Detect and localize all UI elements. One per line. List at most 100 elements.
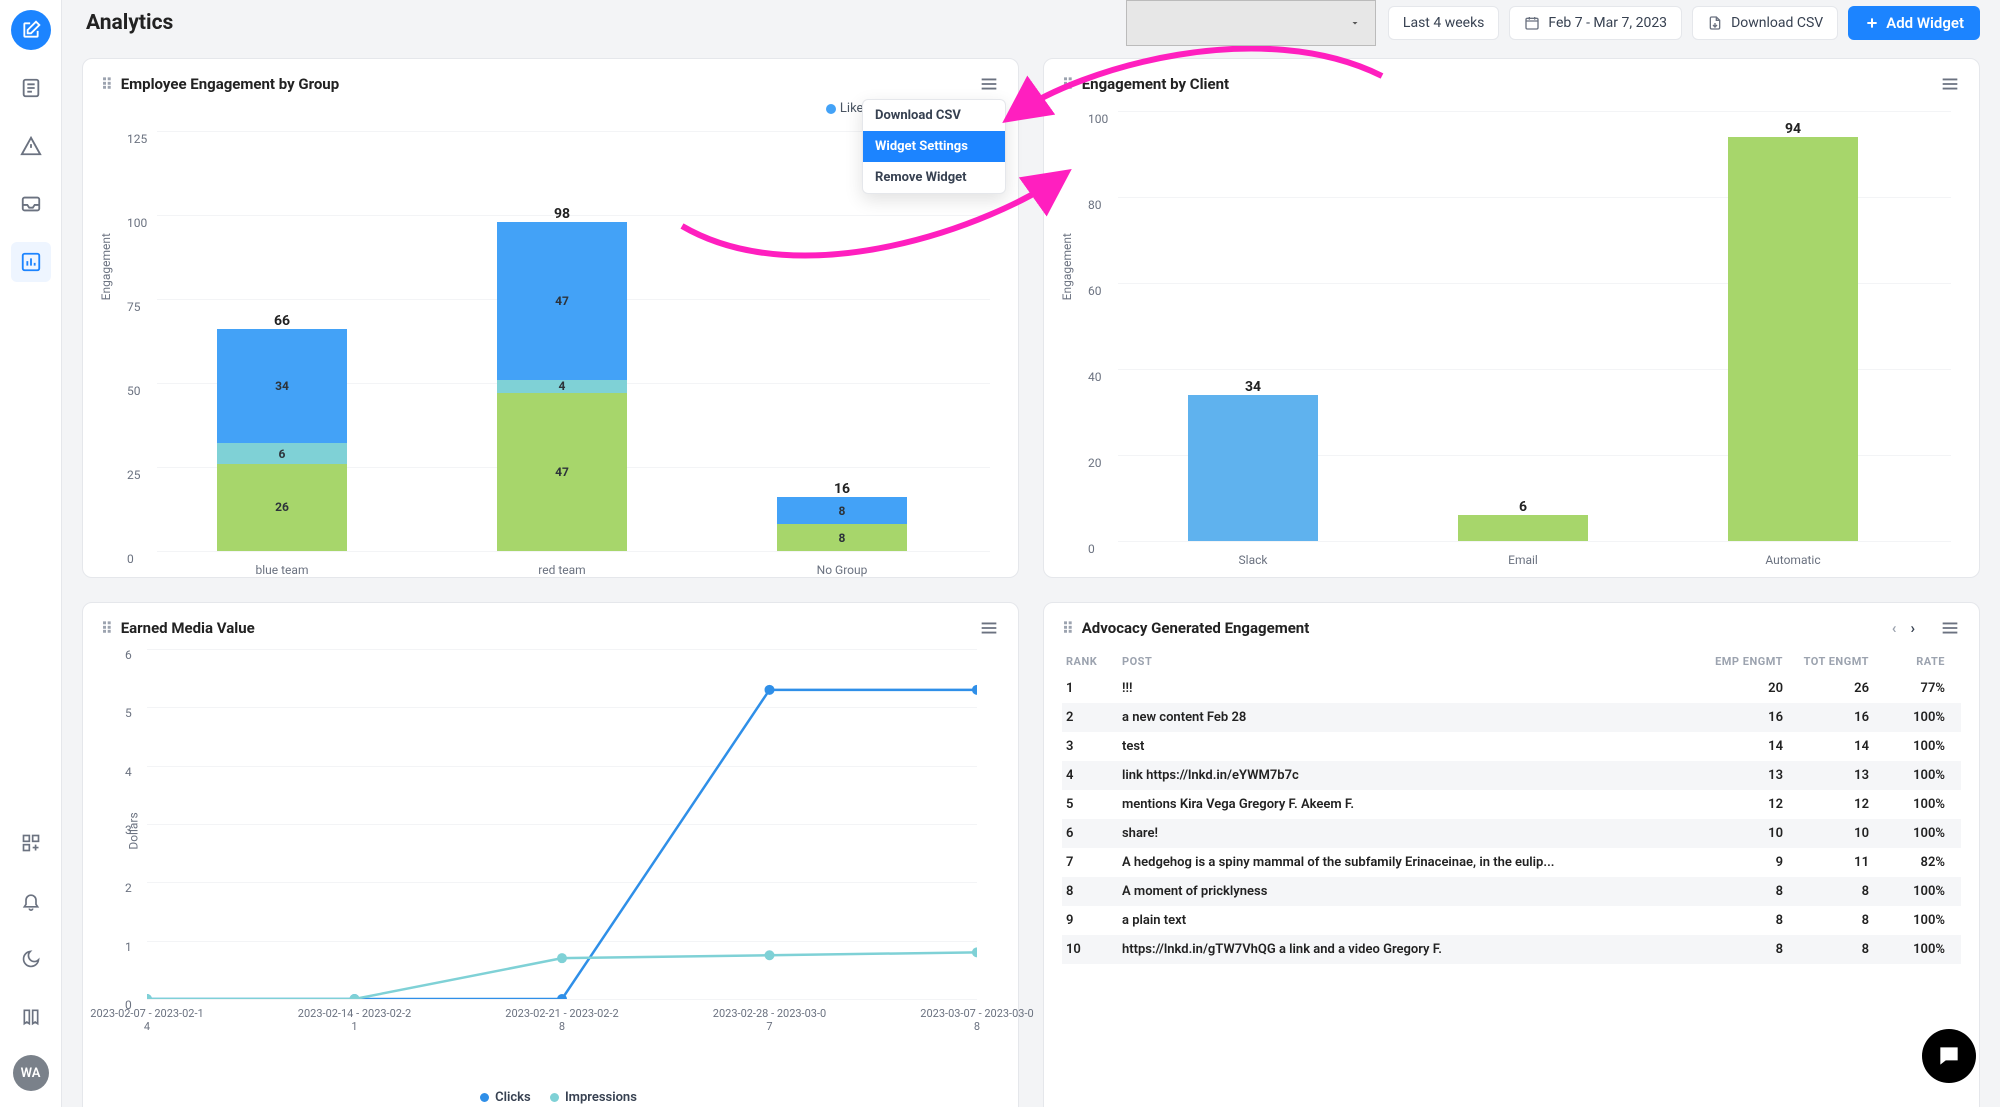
y-tick: 125	[127, 132, 147, 146]
drag-handle-icon[interactable]: ⠿	[101, 619, 111, 638]
inbox-icon[interactable]	[11, 184, 51, 224]
header: Analytics Last 4 weeks Feb 7 - Mar 7, 20…	[62, 0, 2000, 46]
table-row[interactable]: 1!!!202677%	[1062, 674, 1961, 703]
y-tick: 80	[1088, 198, 1102, 212]
table-row[interactable]: 6share!1010100%	[1062, 819, 1961, 848]
avatar[interactable]: WA	[13, 1055, 49, 1091]
dark-mode-icon[interactable]	[11, 939, 51, 979]
table-header-post: POST	[1122, 655, 1709, 668]
y-tick: 4	[125, 765, 132, 779]
table-row[interactable]: 3test1414100%	[1062, 732, 1961, 761]
y-tick: 0	[1088, 542, 1095, 556]
download-csv-button[interactable]: Download CSV	[1692, 6, 1838, 40]
bar-total: 94	[1728, 121, 1858, 137]
menu-widget-settings[interactable]: Widget Settings	[863, 131, 1005, 162]
bookmarks-icon[interactable]	[11, 997, 51, 1037]
range-selector[interactable]: Last 4 weeks	[1388, 6, 1499, 40]
apps-icon[interactable]	[11, 823, 51, 863]
analytics-icon[interactable]	[11, 242, 51, 282]
table-row[interactable]: 7A hedgehog is a spiny mammal of the sub…	[1062, 848, 1961, 877]
bar-total: 66	[217, 313, 347, 329]
table-row[interactable]: 4link https://lnkd.in/eYWM7b7c1313100%	[1062, 761, 1961, 790]
chat-icon	[1936, 1043, 1962, 1069]
table-header-tot: TOT ENGMT	[1795, 655, 1881, 668]
legend-impressions: Impressions	[565, 1090, 637, 1105]
chevron-down-icon	[1349, 17, 1361, 29]
table-next-button[interactable]: ›	[1910, 619, 1915, 637]
add-widget-button[interactable]: Add Widget	[1848, 6, 1980, 40]
x-label: 2023-02-14 - 2023-02-21	[295, 1007, 415, 1033]
y-tick: 20	[1088, 456, 1102, 470]
table-row[interactable]: 2a new content Feb 281616100%	[1062, 703, 1961, 732]
card-context-menu: Download CSV Widget Settings Remove Widg…	[862, 99, 1006, 194]
table-header-rank: RANK	[1066, 655, 1122, 668]
table-row[interactable]: 9a plain text88100%	[1062, 906, 1961, 935]
download-csv-label: Download CSV	[1731, 15, 1823, 31]
card-title: Engagement by Client	[1082, 75, 1229, 93]
bar-total: 16	[777, 481, 907, 497]
range-label: Last 4 weeks	[1403, 15, 1484, 31]
date-range[interactable]: Feb 7 - Mar 7, 2023	[1509, 6, 1682, 40]
x-label: Slack	[1188, 553, 1318, 567]
y-tick: 75	[127, 300, 141, 314]
card-menu-button[interactable]	[978, 617, 1000, 639]
card-engagement-by-client: ⠿ Engagement by Client Engagement 0 20 40 6…	[1043, 58, 1980, 578]
menu-download-csv[interactable]: Download CSV	[863, 100, 1005, 131]
drag-handle-icon[interactable]: ⠿	[1062, 619, 1072, 638]
y-tick: 2	[125, 881, 132, 895]
chat-fab[interactable]	[1922, 1029, 1976, 1083]
add-widget-label: Add Widget	[1886, 14, 1964, 32]
table-row[interactable]: 10https://lnkd.in/gTW7VhQG a link and a …	[1062, 935, 1961, 964]
card-employee-engagement: ⠿ Employee Engagement by Group Download …	[82, 58, 1019, 578]
drag-handle-icon[interactable]: ⠿	[101, 75, 111, 94]
download-icon	[1707, 15, 1723, 31]
y-axis-label: Engagement	[1060, 233, 1074, 300]
y-tick: 6	[125, 648, 132, 662]
table-row[interactable]: 8A moment of pricklyness88100%	[1062, 877, 1961, 906]
card-earned-media-value: ⠿ Earned Media Value Dollars 01234562023…	[82, 602, 1019, 1107]
y-tick: 100	[127, 216, 147, 230]
y-tick: 100	[1088, 112, 1108, 126]
y-tick: 5	[125, 706, 132, 720]
chart-legend: Clicks Impressions	[101, 1090, 1000, 1105]
notifications-icon[interactable]	[11, 881, 51, 921]
card-menu-button[interactable]: Download CSV Widget Settings Remove Widg…	[978, 73, 1000, 95]
menu-remove-widget[interactable]: Remove Widget	[863, 162, 1005, 193]
table-prev-button[interactable]: ‹	[1892, 619, 1897, 637]
bar-total: 6	[1458, 499, 1588, 515]
x-label: 2023-02-07 - 2023-02-14	[87, 1007, 207, 1033]
card-menu-button[interactable]	[1939, 73, 1961, 95]
feed-icon[interactable]	[11, 68, 51, 108]
drag-handle-icon[interactable]: ⠿	[1062, 75, 1072, 94]
x-label: red team	[497, 563, 627, 577]
sidebar: WA	[0, 0, 62, 1107]
calendar-icon	[1524, 15, 1540, 31]
card-title: Earned Media Value	[121, 619, 255, 637]
table-header-rate: RATE	[1881, 655, 1957, 668]
y-tick: 50	[127, 384, 141, 398]
card-title: Advocacy Generated Engagement	[1082, 619, 1310, 637]
table-row[interactable]: 5mentions Kira Vega Gregory F. Akeem F.1…	[1062, 790, 1961, 819]
y-tick: 1	[125, 940, 132, 954]
y-tick: 40	[1088, 370, 1102, 384]
x-label: Automatic	[1728, 553, 1858, 567]
x-label: 2023-02-21 - 2023-02-28	[502, 1007, 622, 1033]
bar-total: 98	[497, 206, 627, 222]
bar-total: 34	[1188, 379, 1318, 395]
x-label: Email	[1458, 553, 1588, 567]
date-range-label: Feb 7 - Mar 7, 2023	[1548, 15, 1667, 31]
account-dropdown[interactable]	[1126, 0, 1376, 46]
y-tick: 60	[1088, 284, 1102, 298]
card-menu-button[interactable]	[1939, 617, 1961, 639]
y-axis-label: Engagement	[99, 233, 113, 300]
card-title: Employee Engagement by Group	[121, 75, 339, 93]
x-label: 2023-03-07 - 2023-03-08	[917, 1007, 1037, 1033]
y-tick: 0	[127, 552, 134, 566]
x-label: No Group	[777, 563, 907, 577]
legend-clicks: Clicks	[495, 1090, 531, 1105]
y-tick: 25	[127, 468, 141, 482]
compose-button[interactable]	[11, 10, 51, 50]
x-label: blue team	[217, 563, 347, 577]
alerts-icon[interactable]	[11, 126, 51, 166]
y-tick: 3	[125, 823, 132, 837]
